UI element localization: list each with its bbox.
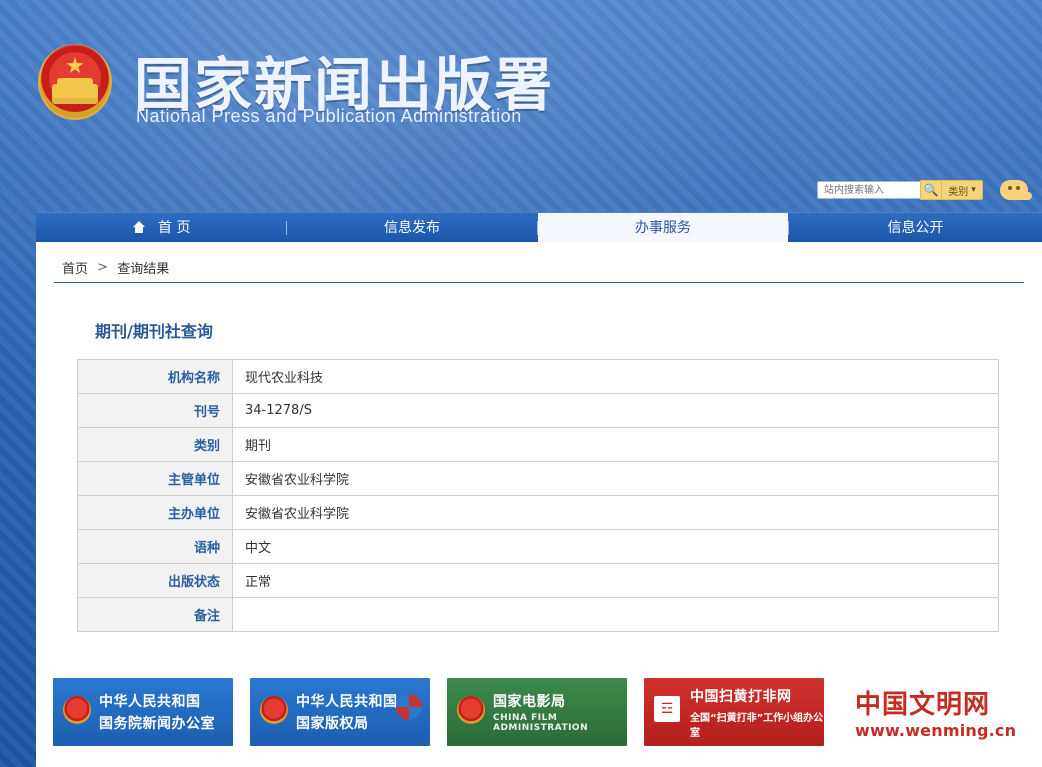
home-icon <box>132 221 146 233</box>
row-key: 类别 <box>77 427 233 462</box>
table-row: 主管单位 安徽省农业科学院 <box>77 461 999 496</box>
banner-line2: www.wenming.cn <box>855 721 1017 740</box>
table-row: 机构名称 现代农业科技 <box>77 359 999 394</box>
breadcrumb: 首页 > 查询结果 <box>62 258 169 277</box>
nav-item-disclosure-label: 信息公开 <box>887 220 944 236</box>
search-icon: 🔍 <box>923 183 939 197</box>
nav-item-info-release-label: 信息发布 <box>384 220 440 236</box>
row-value: 现代农业科技 <box>232 359 999 394</box>
chevron-down-icon: ▾ <box>971 185 976 195</box>
table-row: 出版状态 正常 <box>77 563 999 598</box>
row-key: 语种 <box>77 529 233 564</box>
banner-anti-pornography-illegal-publications[interactable]: ☲ 中国扫黄打非网 全国“扫黄打非”工作小组办公室 <box>644 678 824 746</box>
row-value: 期刊 <box>232 427 999 462</box>
banner-line1: 国家电影局 <box>493 694 566 710</box>
national-emblem-icon: ★ <box>38 44 112 120</box>
details-table: 机构名称 现代农业科技 刊号 34-1278/S 类别 期刊 主管单位 安徽省农… <box>77 359 999 632</box>
row-value: 中文 <box>232 529 999 564</box>
national-emblem-icon <box>260 696 288 724</box>
emblem-gate-icon <box>52 78 98 104</box>
site-header: ★ 国家新闻出版署 National Press and Publication… <box>0 0 1042 212</box>
banner-line2: 国务院新闻办公室 <box>99 716 215 732</box>
page-title: 期刊/期刊社查询 <box>95 322 213 341</box>
banner-line1: 中国扫黄打非网 <box>690 688 792 705</box>
search-button[interactable]: 🔍 <box>920 180 942 200</box>
content-panel: 首页 > 查询结果 期刊/期刊社查询 机构名称 现代农业科技 刊号 34-127… <box>36 242 1042 767</box>
banner-state-council-info-office[interactable]: 中华人民共和国 国务院新闻办公室 <box>53 678 233 746</box>
anti-illegal-mark-icon: ☲ <box>654 696 680 722</box>
site-search: 🔍 类别 ▾ <box>817 180 983 200</box>
banner-line1: 中华人民共和国 <box>99 694 201 710</box>
category-label: 类别 <box>948 186 969 198</box>
row-key: 机构名称 <box>77 359 233 394</box>
banner-china-film-administration[interactable]: 国家电影局 CHINA FILM ADMINISTRATION <box>447 678 627 746</box>
nav-item-services[interactable]: 办事服务 <box>538 213 788 243</box>
table-row: 类别 期刊 <box>77 427 999 462</box>
row-value: 安徽省农业科学院 <box>232 461 999 496</box>
banner-line2: 全国“扫黄打非”工作小组办公室 <box>690 712 824 739</box>
row-value: 正常 <box>232 563 999 598</box>
main-nav: 首 页 信息发布 办事服务 信息公开 <box>36 212 1042 243</box>
breadcrumb-home-link[interactable]: 首页 <box>62 262 88 277</box>
banner-line1: 中国文明网 <box>855 690 991 720</box>
nav-item-home[interactable]: 首 页 <box>36 213 286 243</box>
category-dropdown[interactable]: 类别 ▾ <box>942 180 983 200</box>
swirl-logo-icon <box>396 694 422 720</box>
row-value: 34-1278/S <box>232 393 999 428</box>
breadcrumb-divider <box>54 282 1024 283</box>
wechat-icon[interactable] <box>1000 180 1028 200</box>
row-key: 备注 <box>77 597 233 632</box>
breadcrumb-current: 查询结果 <box>117 262 170 277</box>
banner-line2: CHINA FILM ADMINISTRATION <box>493 713 589 733</box>
table-row: 备注 <box>77 597 999 632</box>
nav-item-home-label: 首 页 <box>158 220 191 236</box>
site-title-en: National Press and Publication Administr… <box>136 106 522 126</box>
row-key: 主管单位 <box>77 461 233 496</box>
banner-wenming[interactable]: 中国文明网 www.wenming.cn <box>841 678 1033 746</box>
row-key: 出版状态 <box>77 563 233 598</box>
national-emblem-icon <box>63 696 91 724</box>
search-input[interactable] <box>817 181 920 199</box>
row-value <box>232 597 999 632</box>
table-row: 主办单位 安徽省农业科学院 <box>77 495 999 530</box>
footer-banners: 中华人民共和国 国务院新闻办公室 中华人民共和国 国家版权局 国家电影局 CHI… <box>53 678 1033 748</box>
emblem-star-icon: ★ <box>65 54 85 79</box>
row-key: 刊号 <box>77 393 233 428</box>
nav-item-services-label: 办事服务 <box>635 220 691 236</box>
national-emblem-icon <box>457 696 485 724</box>
table-row: 语种 中文 <box>77 529 999 564</box>
banner-copyright-administration[interactable]: 中华人民共和国 国家版权局 <box>250 678 430 746</box>
row-value: 安徽省农业科学院 <box>232 495 999 530</box>
nav-item-disclosure[interactable]: 信息公开 <box>789 213 1042 243</box>
row-key: 主办单位 <box>77 495 233 530</box>
nav-item-info-release[interactable]: 信息发布 <box>287 213 537 243</box>
table-row: 刊号 34-1278/S <box>77 393 999 428</box>
breadcrumb-separator: > <box>97 260 109 275</box>
